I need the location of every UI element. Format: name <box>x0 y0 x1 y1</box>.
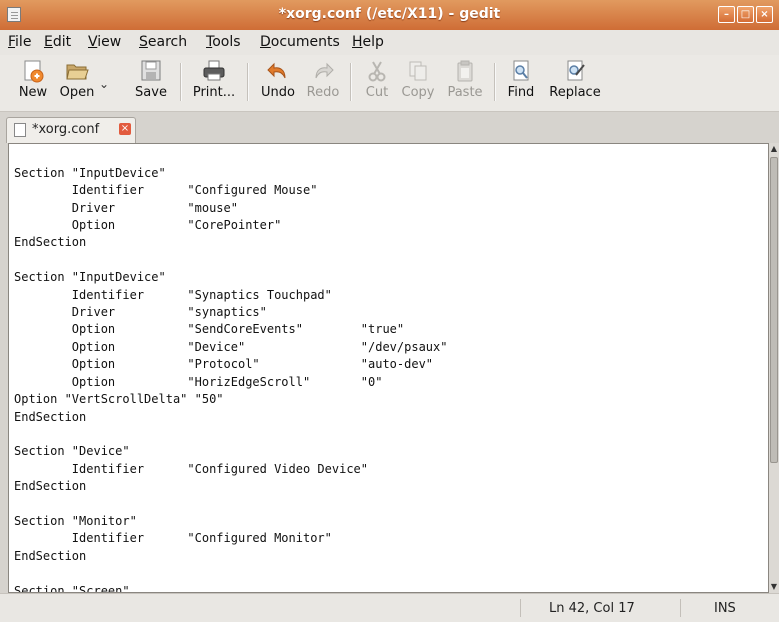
print-button[interactable]: Print... <box>188 59 240 100</box>
text-document-icon <box>14 123 26 137</box>
find-magnifier-icon <box>508 59 534 83</box>
copy-button[interactable]: Copy <box>392 59 444 100</box>
save-disk-icon <box>138 59 164 83</box>
replace-button[interactable]: Replace <box>544 59 606 100</box>
undo-arrow-icon <box>265 59 291 83</box>
replace-icon <box>562 59 588 83</box>
status-separator <box>680 599 681 617</box>
menu-help[interactable]: Help <box>352 34 384 50</box>
minimize-button[interactable]: – <box>718 6 735 23</box>
toolbar-separator <box>180 63 182 101</box>
close-tab-icon[interactable]: × <box>119 123 131 135</box>
paste-clipboard-icon <box>452 59 478 83</box>
insert-mode: INS <box>714 601 736 616</box>
paste-button[interactable]: Paste <box>439 59 491 100</box>
scissors-icon <box>364 59 390 83</box>
save-button[interactable]: Save <box>125 59 177 100</box>
status-separator <box>520 599 521 617</box>
chevron-down-icon: ⌄ <box>98 77 110 91</box>
window-title: *xorg.conf (/etc/X11) - gedit <box>278 6 501 22</box>
scroll-up-icon[interactable]: ▲ <box>769 143 779 155</box>
document-tab-bar: *xorg.conf × <box>0 112 779 143</box>
printer-icon <box>201 59 227 83</box>
menu-bar: File Edit View Search Tools Documents He… <box>0 30 779 55</box>
text-editor[interactable]: EndSection Section "InputDevice" Identif… <box>8 143 769 593</box>
open-folder-icon <box>64 59 90 83</box>
menu-documents[interactable]: Documents <box>260 34 340 50</box>
toolbar: New Open ⌄ Save Print... Undo Redo Cut C… <box>0 55 779 112</box>
maximize-button[interactable]: □ <box>737 6 754 23</box>
menu-view[interactable]: View <box>88 34 121 50</box>
open-recent-dropdown[interactable]: ⌄ <box>96 69 112 91</box>
vertical-scrollbar[interactable]: ▲ ▼ <box>769 143 779 593</box>
close-window-button[interactable]: × <box>756 6 773 23</box>
window-controls: – □ × <box>718 6 773 23</box>
tab-xorg-conf[interactable]: *xorg.conf × <box>6 117 136 143</box>
editor-content[interactable]: EndSection Section "InputDevice" Identif… <box>14 144 447 592</box>
tab-label: *xorg.conf <box>32 122 100 137</box>
menu-file[interactable]: File <box>8 34 31 50</box>
title-bar: *xorg.conf (/etc/X11) - gedit – □ × <box>0 0 779 31</box>
menu-edit[interactable]: Edit <box>44 34 71 50</box>
cursor-position: Ln 42, Col 17 <box>549 601 635 616</box>
menu-search[interactable]: Search <box>139 34 187 50</box>
scroll-down-icon[interactable]: ▼ <box>769 581 779 593</box>
menu-tools[interactable]: Tools <box>206 34 241 50</box>
redo-button[interactable]: Redo <box>297 59 349 100</box>
find-button[interactable]: Find <box>495 59 547 100</box>
redo-arrow-icon <box>310 59 336 83</box>
new-document-icon <box>20 59 46 83</box>
toolbar-separator <box>247 63 249 101</box>
copy-icon <box>405 59 431 83</box>
status-bar: Ln 42, Col 17 INS <box>0 593 779 622</box>
scrollbar-thumb[interactable] <box>770 157 778 463</box>
